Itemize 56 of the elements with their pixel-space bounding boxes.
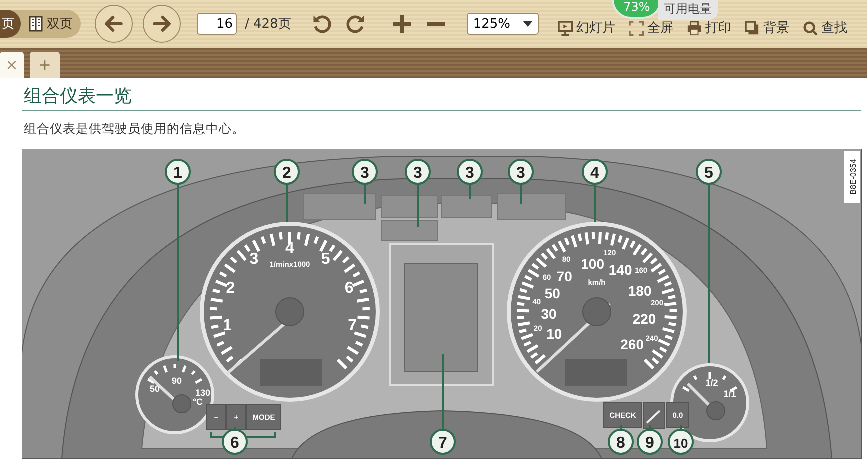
figure-code: B8E-0354 xyxy=(849,159,858,195)
gauge-number: 3 xyxy=(250,250,259,268)
code-label-background xyxy=(844,151,860,203)
gauge-number: 2 xyxy=(226,280,236,298)
leader-line xyxy=(286,184,288,222)
projector-screen-icon xyxy=(558,20,574,36)
gauge-number: 10 xyxy=(546,326,562,342)
gauge-number: 220 xyxy=(632,310,656,327)
warning-light-panel xyxy=(382,220,438,242)
warning-light-panel xyxy=(382,196,438,218)
rotate-right-icon[interactable] xyxy=(345,13,368,35)
zoom-in-icon[interactable] xyxy=(391,13,414,35)
gauge-number: 70 xyxy=(556,268,572,285)
printer-icon xyxy=(687,20,702,36)
leader-line xyxy=(417,184,419,227)
dropdown-caret-icon xyxy=(523,21,534,27)
leader-line xyxy=(594,184,596,222)
paragraph: 组合仪表是供驾驶员使用的信息中心。 xyxy=(24,121,246,138)
gauge-number: 1/1 xyxy=(724,389,736,399)
toolbar-button[interactable]: 全屏 xyxy=(626,19,676,37)
zoom-select[interactable]: 125% xyxy=(467,13,540,35)
gauge-number: 50 xyxy=(150,384,160,394)
gauge-number: 1/2 xyxy=(706,378,718,388)
view-mode-button[interactable]: 页 xyxy=(0,10,21,38)
gauge-number: 6 xyxy=(344,280,354,298)
rotate-left-icon[interactable] xyxy=(311,13,334,35)
gauge-number: 7 xyxy=(348,317,358,334)
toolbar-button[interactable]: 幻灯片 xyxy=(555,19,618,37)
gauge-number: 50 xyxy=(544,286,560,302)
gauge-number: 180 xyxy=(628,282,652,299)
expand-corners-icon xyxy=(629,20,644,36)
leader-line xyxy=(364,184,366,204)
layers-icon xyxy=(745,20,760,36)
book-icon xyxy=(29,16,43,32)
gauge-number: 260 xyxy=(620,336,644,352)
gauge-unit: °C xyxy=(192,397,204,407)
gauge-number: 30 xyxy=(541,306,557,322)
toolbar-button[interactable]: 查找 xyxy=(800,19,850,37)
leader-line xyxy=(469,184,471,199)
search-icon xyxy=(803,20,818,36)
page-total: / 428页 xyxy=(245,16,292,33)
gauge-number: 1 xyxy=(222,317,232,334)
gauge-number: 90 xyxy=(172,376,182,386)
page-number-field[interactable]: 16 xyxy=(197,13,237,35)
warning-light-panel xyxy=(498,194,566,220)
section-heading: 组合仪表一览 xyxy=(22,86,861,111)
toolbar-button[interactable]: 背景 xyxy=(742,19,792,37)
wrench-button-drawing xyxy=(644,402,666,430)
warning-light-panel xyxy=(442,196,492,218)
view-mode-button[interactable]: 双页 xyxy=(21,10,81,38)
leader-line xyxy=(520,184,522,204)
gauge-number: 100 xyxy=(581,256,604,272)
battery-label-tooltip: 可用电量 xyxy=(658,0,718,20)
gauge-number: 140 xyxy=(608,262,632,278)
gauge-number: 5 xyxy=(321,250,330,268)
gauge-number: 130 xyxy=(195,388,211,398)
